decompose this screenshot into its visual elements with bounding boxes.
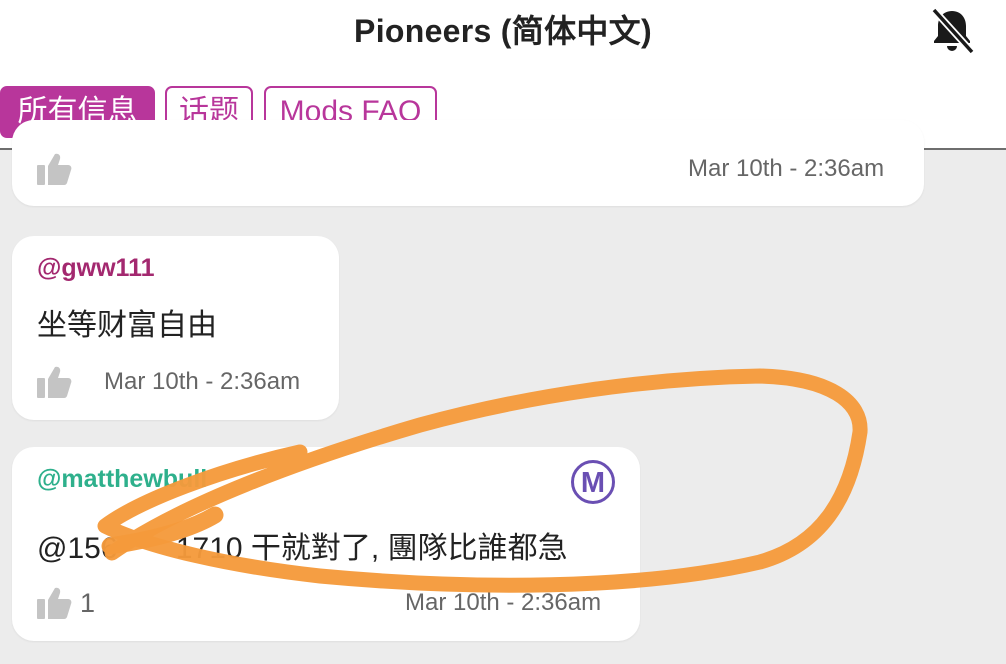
moderator-badge-icon: M <box>571 460 615 504</box>
message-author[interactable]: @matthewbull <box>37 465 207 494</box>
message-card: Mar 10th - 2:36am <box>12 120 924 206</box>
message-timestamp: Mar 10th - 2:36am <box>104 368 301 395</box>
message-timestamp: Mar 10th - 2:36am <box>405 589 602 616</box>
message-text: @156 1710 干就對了, 團隊比誰都急 <box>37 532 568 565</box>
message-text: 坐等财富自由 <box>37 309 217 342</box>
moderator-badge-letter: M <box>581 467 605 499</box>
message-timestamp: Mar 10th - 2:36am <box>688 155 885 182</box>
message-author[interactable]: @gww111 <box>37 254 155 283</box>
like-count: 1 <box>80 588 96 618</box>
thumbs-up-icon[interactable] <box>36 152 72 186</box>
channel-title: Pioneers (简体中文) <box>354 13 652 49</box>
bell-off-icon[interactable] <box>926 4 978 56</box>
message-card: @matthewbull M @156 1710 干就對了, 團隊比誰都急 1 … <box>12 447 640 641</box>
thumbs-up-icon[interactable] <box>36 586 72 620</box>
thumbs-up-icon[interactable] <box>36 365 72 399</box>
message-card: @gww111 坐等财富自由 Mar 10th - 2:36am <box>12 236 339 420</box>
